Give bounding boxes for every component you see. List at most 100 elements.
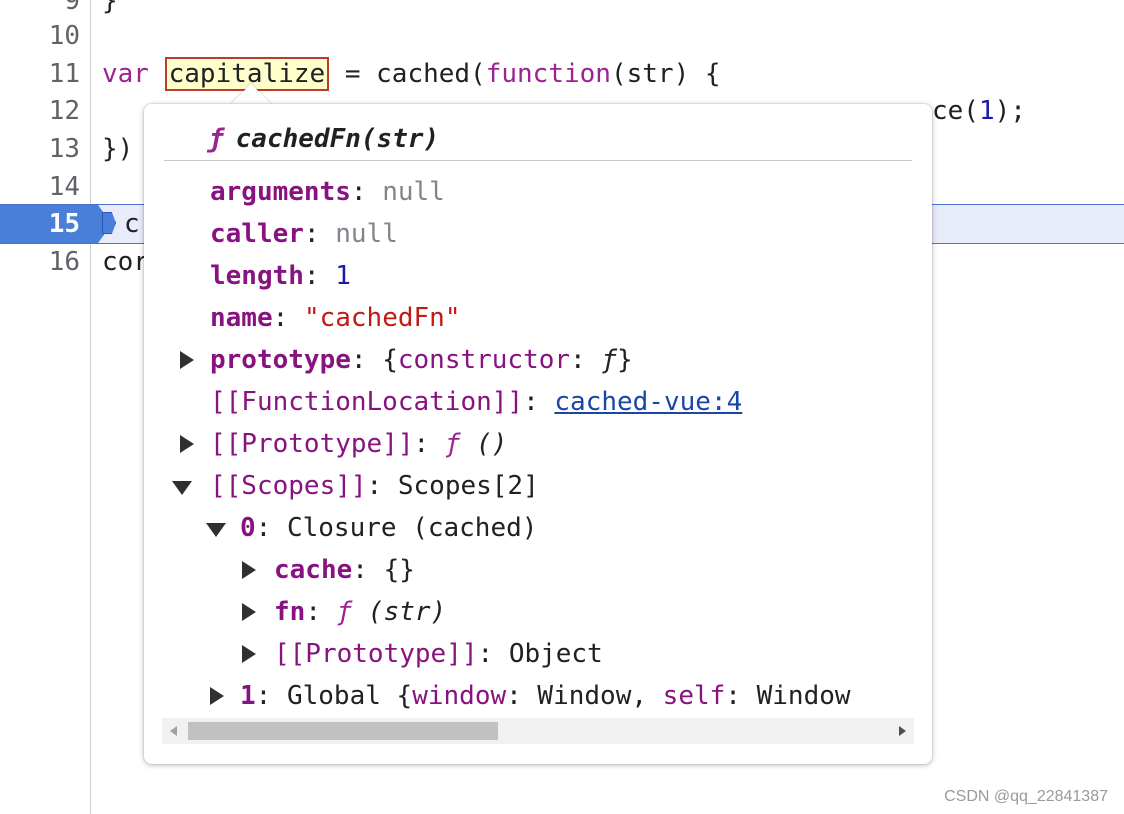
prop-value: null — [382, 177, 445, 207]
watermark: CSDN @qq_22841387 — [944, 788, 1108, 805]
expand-triangle-icon[interactable] — [242, 645, 256, 663]
prop-sep: : — [570, 345, 602, 375]
function-icon: ƒ — [444, 429, 461, 459]
scope-closure[interactable]: 0: Closure (cached) — [240, 509, 537, 547]
code-text: c — [124, 209, 140, 239]
expand-triangle-icon[interactable] — [180, 435, 194, 453]
prop-length: length: 1 — [210, 257, 351, 295]
code-text: cor — [102, 247, 149, 277]
code-text: ce( — [932, 96, 979, 126]
prop-key: caller — [210, 219, 304, 249]
keyword-function: function — [485, 59, 611, 89]
scrollbar-thumb[interactable] — [188, 722, 498, 740]
prop-key: 0 — [240, 513, 256, 543]
prop-prototype[interactable]: prototype: {constructor: ƒ} — [210, 341, 633, 379]
prop-key: name — [210, 303, 273, 333]
prop-sep: : — [305, 597, 337, 627]
expand-triangle-icon[interactable] — [242, 561, 256, 579]
line-number[interactable]: 12 — [0, 92, 80, 130]
scroll-left-icon[interactable] — [170, 726, 177, 736]
prop-value: : Window, — [506, 681, 663, 711]
prop-value: "cachedFn" — [303, 303, 461, 333]
code-line-12-tail: ce(1); — [932, 92, 1026, 130]
gutter-divider — [90, 0, 91, 814]
prop-cache[interactable]: cache: {} — [274, 551, 415, 589]
code-text: } — [102, 0, 118, 16]
prop-fn[interactable]: fn: ƒ (str) — [274, 593, 446, 631]
prop-arguments: arguments: null — [210, 173, 445, 211]
prop-sep: : — [413, 429, 445, 459]
prop-value-key: constructor — [397, 345, 571, 375]
line-number[interactable]: 14 — [0, 168, 80, 206]
expand-triangle-icon[interactable] — [210, 687, 224, 705]
prop-sep: : — [255, 681, 287, 711]
expand-triangle-icon[interactable] — [180, 351, 194, 369]
prop-internal-prototype[interactable]: [[Prototype]]: ƒ () — [210, 425, 507, 463]
prop-caller: caller: null — [210, 215, 398, 253]
popover-divider — [164, 160, 912, 161]
function-icon: ƒ — [208, 124, 224, 154]
prop-value: Global { — [286, 681, 413, 711]
prop-key: cache — [274, 555, 353, 585]
prop-name: name: "cachedFn" — [210, 299, 460, 337]
code-line-13: }) — [102, 130, 133, 168]
prop-value-key: window — [412, 681, 507, 711]
prop-key: [[Prototype]] — [274, 639, 478, 669]
prop-sep: : — [350, 345, 383, 375]
prop-value: null — [335, 219, 398, 249]
expand-triangle-icon[interactable] — [242, 603, 256, 621]
prop-value: Scopes[2] — [397, 471, 539, 501]
prop-sep: : — [477, 639, 509, 669]
line-number[interactable]: 11 — [0, 55, 80, 93]
code-line-16: cor — [102, 243, 149, 281]
prop-sep: : — [255, 513, 287, 543]
object-preview-popover: ƒ cachedFn(str) arguments: null caller: n… — [144, 104, 932, 764]
prop-key: fn — [274, 597, 306, 627]
scope-global[interactable]: 1: Global {window: Window, self: Window — [240, 677, 914, 715]
line-number-current[interactable]: 15 — [0, 205, 80, 243]
prop-value: 1 — [335, 261, 351, 291]
prop-key: arguments — [210, 177, 351, 207]
function-icon: ƒ — [336, 597, 353, 627]
prop-sep: : — [366, 471, 398, 501]
code-number: 1 — [978, 96, 995, 126]
prop-key: [[Prototype]] — [210, 429, 414, 459]
prop-value: (str) — [352, 597, 447, 627]
prop-sep: : — [272, 303, 304, 333]
prop-key: 1 — [240, 681, 256, 711]
source-location-link[interactable]: cached-vue:4 — [554, 387, 742, 417]
line-number[interactable]: 16 — [0, 243, 80, 281]
code-text: ); — [994, 96, 1026, 126]
prop-key: length — [210, 261, 304, 291]
code-line-15: c — [124, 205, 140, 243]
prop-closure-prototype[interactable]: [[Prototype]]: Object — [274, 635, 603, 673]
prop-value: } — [617, 345, 633, 375]
prop-key: [[Scopes]] — [210, 471, 367, 501]
function-icon: ƒ — [601, 345, 618, 375]
popover-title: ƒ cachedFn(str) — [208, 120, 439, 158]
collapse-triangle-icon[interactable] — [172, 481, 192, 495]
scroll-right-icon[interactable] — [899, 726, 906, 736]
code-text: }) — [102, 134, 134, 164]
line-number[interactable]: 10 — [0, 17, 80, 55]
prop-sep: : — [303, 261, 336, 291]
collapse-triangle-icon[interactable] — [206, 523, 226, 537]
prop-sep: : — [523, 387, 555, 417]
prop-value: {} — [383, 555, 415, 585]
line-number[interactable]: 13 — [0, 130, 80, 168]
prop-value-key: self — [662, 681, 726, 711]
prop-value: Closure (cached) — [286, 513, 538, 543]
horizontal-scrollbar[interactable] — [162, 718, 914, 744]
prop-value: Object — [508, 639, 603, 669]
keyword-var: var — [102, 59, 149, 89]
prop-scopes[interactable]: [[Scopes]]: Scopes[2] — [210, 467, 539, 505]
hovered-identifier[interactable]: capitalize — [164, 57, 330, 91]
prop-sep: : — [350, 177, 383, 207]
prop-key: [[FunctionLocation]] — [210, 387, 524, 417]
prop-value: () — [460, 429, 508, 459]
prop-sep: : — [352, 555, 384, 585]
prop-value: : Window — [725, 681, 851, 711]
prop-sep: : — [303, 219, 336, 249]
code-text: = cached( — [329, 59, 486, 89]
code-text: (str) { — [610, 59, 721, 89]
